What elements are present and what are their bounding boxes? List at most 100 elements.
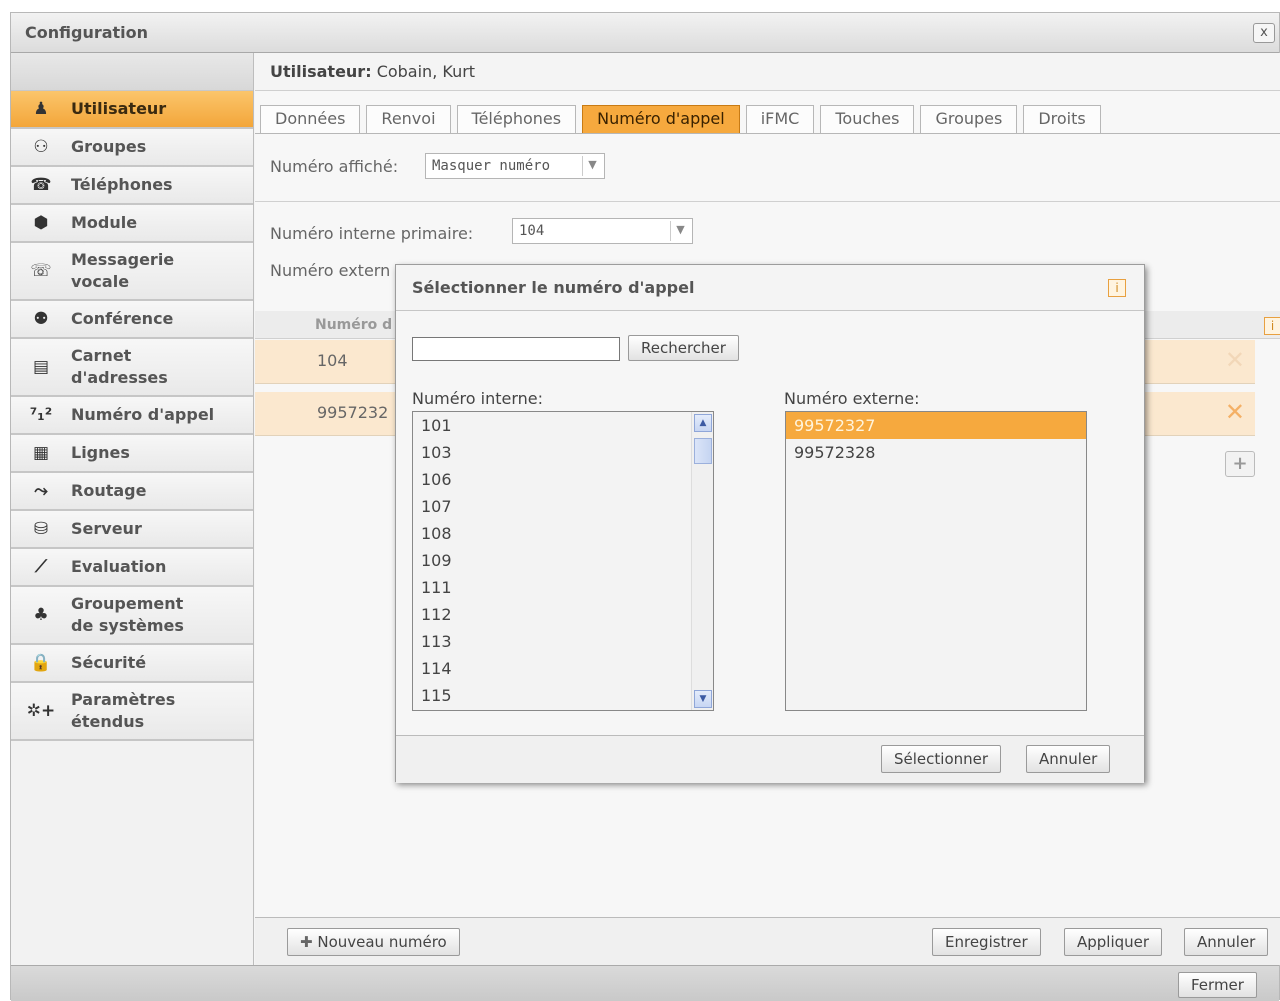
tab[interactable]: iFMC [745,105,815,133]
chevron-down-icon[interactable]: ▼ [582,156,602,176]
list-item[interactable]: 107 [413,493,713,520]
external-number-items: 99572327 99572328 [786,412,1086,466]
tab[interactable]: Groupes [920,105,1018,133]
apply-button[interactable]: Appliquer [1064,928,1163,956]
tab[interactable]: Téléphones [456,105,577,133]
sidebar-nav: ♟ Utilisateur ⚇ Groupes ☎ Téléphones ⬢ Module ☏ M… [11,91,253,741]
internal-number-list[interactable]: 101 103 106 107 108 109 111 112 113 114 115 ▲ ▼ [412,411,714,711]
sidebar-item-label: Messagerie vocale [71,250,175,291]
delete-icon[interactable]: ✕ [1225,346,1245,374]
sidebar-item[interactable]: ☏ Messagerie vocale [11,243,253,301]
list-item[interactable]: 106 [413,466,713,493]
dialog-header: Sélectionner le numéro d'appel i [396,265,1144,311]
list-item[interactable]: 115 [413,682,713,709]
sidebar-item[interactable]: ▤ Carnet d'adresses [11,339,253,397]
info-icon[interactable]: i [1264,317,1280,335]
sidebar-item[interactable]: ⚇ Groupes [11,129,253,167]
user-name: Cobain, Kurt [376,62,476,81]
list-item[interactable]: 112 [413,601,713,628]
list-item[interactable]: 101 [413,412,713,439]
sidebar-item-label: Module [71,213,138,232]
displayed-number-select[interactable]: Masquer numéro ▼ [425,153,605,179]
list-item[interactable]: 99572328 [786,439,1086,466]
add-icon[interactable]: + [1225,451,1255,477]
sidebar-item[interactable]: ✲+ Paramètres étendus [11,683,253,741]
call-number-icon: ⁷₁² [29,405,53,425]
close-window-icon[interactable]: x [1253,23,1275,43]
sidebar-item[interactable]: ▦ Lignes [11,435,253,473]
tab[interactable]: Droits [1023,105,1101,133]
sidebar-item[interactable]: ⛁ Serveur [11,511,253,549]
window-title: Configuration [25,23,149,42]
sidebar-item-label: Lignes [71,443,130,462]
group-icon: ⚇ [33,137,49,157]
cancel-button[interactable]: Annuler [1184,928,1269,956]
title-bar: Configuration x [11,13,1279,53]
internal-number-label: Numéro interne: [412,389,544,408]
sidebar-item-label: Evaluation [71,557,167,576]
sidebar: ♟ Utilisateur ⚇ Groupes ☎ Téléphones ⬢ Module ☏ M… [11,53,254,965]
row-number: 104 [317,351,348,370]
tab[interactable]: Touches [820,105,915,133]
sidebar-header [11,53,253,91]
dialog-cancel-button[interactable]: Annuler [1026,745,1111,773]
sidebar-item-label: Paramètres étendus [71,690,176,731]
tab-divider [255,133,1280,134]
select-button[interactable]: Sélectionner [881,745,1002,773]
search-button[interactable]: Rechercher [628,335,739,361]
lock-icon: 🔒 [30,653,52,673]
list-item[interactable]: 103 [413,439,713,466]
sidebar-item-label: Conférence [71,309,174,328]
sidebar-item[interactable]: ⚉ Conférence [11,301,253,339]
close-button[interactable]: Fermer [1178,972,1257,998]
routing-icon: ⤳ [34,481,48,501]
lines-icon: ▦ [32,443,50,463]
tab[interactable]: Renvoi [366,105,451,133]
sidebar-item[interactable]: ☎ Téléphones [11,167,253,205]
internal-list-scrollbar[interactable]: ▲ ▼ [691,412,713,710]
sidebar-item-label: Serveur [71,519,142,538]
server-icon: ⛁ [33,519,49,539]
column-header-number: Numéro d [315,317,393,333]
window-footer: Fermer [11,965,1279,1001]
user-line: Utilisateur: Cobain, Kurt [255,53,1280,91]
select-number-dialog: Sélectionner le numéro d'appel i Recherc… [395,264,1145,783]
sidebar-item-label: Utilisateur [71,99,167,118]
system-group-icon: ♣ [33,605,49,625]
external-number-list[interactable]: 99572327 99572328 [785,411,1087,711]
user-icon: ♟ [33,99,49,119]
chevron-down-icon[interactable]: ▼ [670,221,690,241]
delete-icon[interactable]: ✕ [1225,398,1245,426]
save-button[interactable]: Enregistrer [932,928,1041,956]
search-input[interactable] [412,337,620,361]
phone-icon: ☎ [30,175,52,195]
primary-internal-select[interactable]: 104 ▼ [512,218,693,244]
list-item[interactable]: 108 [413,520,713,547]
sidebar-item[interactable]: ⁷₁² Numéro d'appel [11,397,253,435]
scroll-up-icon[interactable]: ▲ [694,414,712,432]
scroll-down-icon[interactable]: ▼ [694,690,712,708]
scroll-thumb[interactable] [694,438,712,464]
new-number-button[interactable]: ✚ Nouveau numéro [287,928,460,956]
sidebar-item[interactable]: ♣ Groupement de systèmes [11,587,253,645]
sidebar-item[interactable]: ⟋ Evaluation [11,549,253,587]
list-item[interactable]: 114 [413,655,713,682]
info-icon[interactable]: i [1108,279,1126,297]
list-item[interactable]: 109 [413,547,713,574]
tab[interactable]: Numéro d'appel [582,105,740,133]
dialog-footer: Sélectionner Annuler [396,735,1144,783]
sidebar-item[interactable]: 🔒 Sécurité [11,645,253,683]
tab[interactable]: Données [260,105,361,133]
list-item[interactable]: 99572327 [786,412,1086,439]
row-number: 9957232 [317,403,389,422]
list-item[interactable]: 113 [413,628,713,655]
sidebar-item-label: Groupes [71,137,147,156]
primary-external-label: Numéro extern [270,261,391,280]
sidebar-item[interactable]: ⬢ Module [11,205,253,243]
sidebar-item[interactable]: ⤳ Routage [11,473,253,511]
internal-number-items: 101 103 106 107 108 109 111 112 113 114 115 [413,412,713,709]
sidebar-item[interactable]: ♟ Utilisateur [11,91,253,129]
displayed-number-value: Masquer numéro [432,158,551,174]
dialog-title: Sélectionner le numéro d'appel [412,278,695,297]
list-item[interactable]: 111 [413,574,713,601]
